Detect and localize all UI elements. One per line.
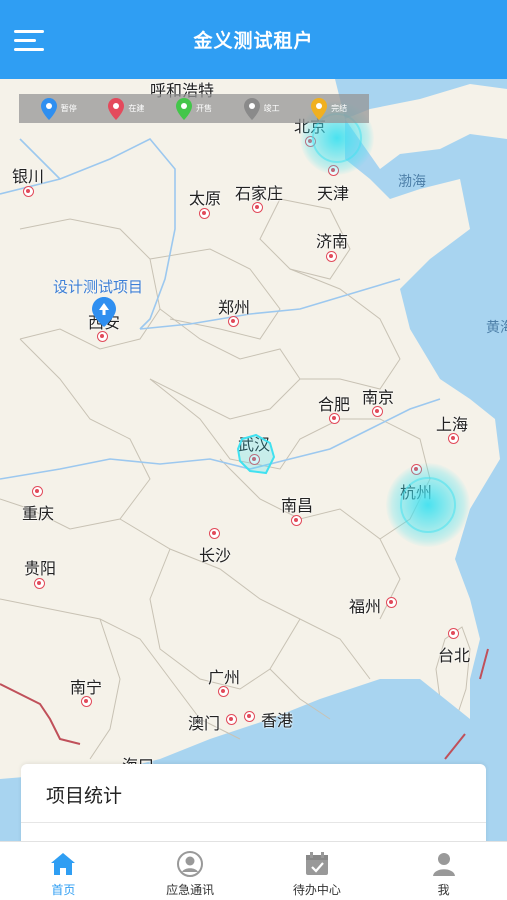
- city-yinchuan: 银川: [12, 167, 45, 186]
- city-jinan: 济南: [316, 232, 349, 251]
- city-taibei: 台北: [438, 646, 471, 665]
- legend-label: 暂停: [60, 104, 77, 113]
- city-hefei: 合肥: [318, 395, 351, 414]
- legend-label: 完结: [331, 104, 348, 113]
- city-nanjing: 南京: [362, 388, 395, 407]
- nav-item-contacts[interactable]: 应急通讯: [127, 842, 254, 900]
- legend-label: 竣工: [263, 104, 280, 113]
- city-guangzhou: 广州: [208, 668, 241, 687]
- calendar-check-icon: [305, 852, 328, 875]
- city-changsha: 长沙: [199, 546, 232, 565]
- city-dot-yinchuan: [23, 186, 34, 197]
- city-shijiazhuang: 石家庄: [235, 184, 284, 203]
- user-icon: [432, 853, 455, 876]
- project-pin-icon[interactable]: [92, 297, 116, 327]
- city-dot-shijiazhuang: [252, 202, 263, 213]
- city-dot-jinan: [326, 251, 337, 262]
- pin-icon: [40, 97, 57, 120]
- header-bar: 金义测试租户: [0, 0, 507, 79]
- city-guiyang: 贵阳: [24, 559, 57, 578]
- nav-item-home[interactable]: 首页: [0, 842, 127, 900]
- legend-item-building: 在建: [108, 97, 145, 120]
- city-nanchang: 南昌: [281, 496, 314, 515]
- city-aomen: 澳门: [188, 714, 221, 733]
- city-dot-xian: [97, 331, 108, 342]
- legend-item-finished: 完结: [311, 97, 348, 120]
- app-screen: 金义测试租户 呼和浩特 天津 渤海 黄 银川 太原 石家庄 济南 郑州 合肥 南…: [0, 0, 507, 900]
- city-zhengzhou: 郑州: [218, 298, 251, 317]
- contact-icon: [177, 851, 204, 877]
- city-dot-xianggang: [244, 711, 255, 722]
- city-dot-aomen: [226, 714, 237, 725]
- sea-bohai: 渤海: [398, 174, 426, 190]
- pulse-ring-hangzhou: [400, 477, 456, 533]
- city-dot-changsha: [209, 528, 220, 539]
- city-dot-nanjing: [372, 406, 383, 417]
- project-label[interactable]: 设计测试项目: [53, 276, 143, 297]
- wuhan-highlight: [236, 433, 276, 475]
- legend-label: 在建: [128, 104, 145, 113]
- legend-item-paused: 暂停: [40, 97, 77, 120]
- page-title: 金义测试租户: [193, 30, 314, 52]
- legend-label: 开售: [195, 104, 212, 113]
- pin-icon: [311, 97, 328, 120]
- pin-icon: [243, 97, 260, 120]
- nav-label: 待办中心: [292, 883, 341, 897]
- city-shanghai: 上海: [436, 415, 469, 434]
- city-dot-nanchang: [291, 515, 302, 526]
- city-nanning: 南宁: [70, 678, 103, 697]
- city-dot-chongqing: [32, 486, 43, 497]
- nav-label: 我: [437, 883, 450, 897]
- nav-label: 应急通讯: [166, 883, 215, 897]
- nav-item-todo[interactable]: 待办中心: [254, 842, 381, 900]
- city-dot-taibei: [448, 628, 459, 639]
- pin-icon: [108, 97, 125, 120]
- nav-label: 首页: [51, 883, 76, 897]
- stats-title: 项目统计: [46, 785, 123, 807]
- menu-icon[interactable]: [14, 28, 48, 54]
- city-dot-fuzhou: [386, 597, 397, 608]
- pin-icon: [175, 97, 192, 120]
- city-dot-guiyang: [34, 578, 45, 589]
- city-fuzhou: 福州: [349, 597, 382, 616]
- status-legend: 暂停 在建 开售 竣工 完结: [19, 94, 369, 123]
- city-xianggang: 香港: [261, 711, 294, 730]
- legend-item-onsale: 开售: [175, 97, 212, 120]
- bottom-nav: 首页 应急通讯 待办中心 我: [0, 841, 507, 900]
- sea-huanghai: 黄海: [486, 320, 507, 336]
- nav-item-me[interactable]: 我: [380, 842, 507, 900]
- home-icon: [51, 853, 76, 875]
- city-chongqing: 重庆: [22, 504, 55, 523]
- city-dot-taiyuan: [199, 208, 210, 219]
- city-dot-zhengzhou: [228, 316, 239, 327]
- divider: [21, 822, 486, 823]
- city-dot-shanghai: [448, 433, 459, 444]
- city-dot-hefei: [329, 413, 340, 424]
- legend-item-completed: 竣工: [243, 97, 280, 120]
- city-dot-nanning: [81, 696, 92, 707]
- city-tianjin: 天津: [317, 184, 350, 203]
- city-dot-guangzhou: [218, 686, 229, 697]
- city-taiyuan: 太原: [189, 189, 222, 208]
- map-view[interactable]: 呼和浩特 北京 天津 渤海 黄海 银川 太原 石家庄 济南 郑州 西安 合肥 南…: [0, 79, 507, 845]
